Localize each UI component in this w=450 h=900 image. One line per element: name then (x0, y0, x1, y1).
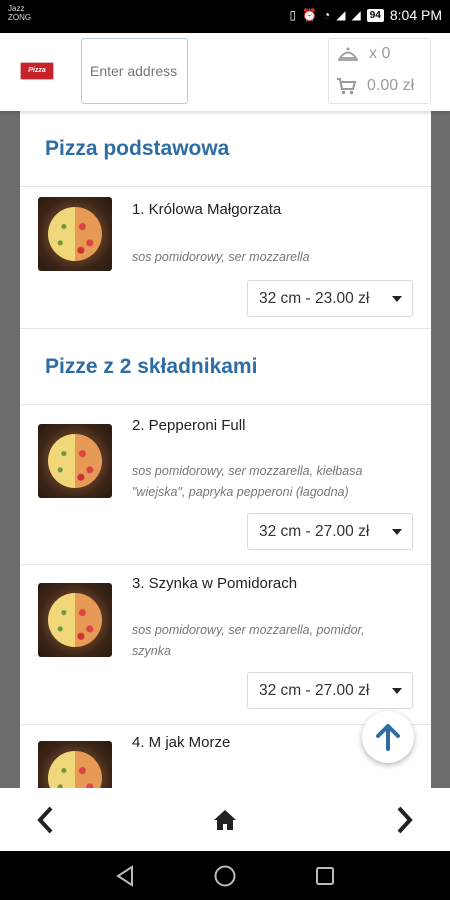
logo-text: Pizza (28, 67, 46, 74)
size-select-value: 32 cm - 27.00 zł (259, 681, 370, 699)
item-description: sos pomidorowy, ser mozzarella, kiełbasa… (132, 464, 363, 499)
status-bar: Jazz ZONG ▯ ⏰ ◔ ◢ ◢ 94 8:04 PM (0, 0, 450, 33)
signal-2-icon: ◢ (351, 8, 361, 22)
restaurant-logo[interactable]: Pizza (20, 62, 54, 80)
system-back-button[interactable] (112, 863, 138, 889)
menu-item[interactable]: 2. Pepperoni Full sos pomidorowy, ser mo… (20, 405, 431, 565)
size-select[interactable]: 32 cm - 27.00 zł (247, 672, 413, 709)
arrow-up-icon (376, 724, 400, 751)
forward-button[interactable] (375, 788, 435, 851)
caret-down-icon (392, 529, 402, 535)
section-title: Pizza podstawowa (20, 111, 431, 187)
battery-icon: 94 (366, 8, 384, 22)
menu-content[interactable]: Pizza podstawowa 1. Królowa Małgorzata s… (20, 111, 431, 788)
size-select-value: 32 cm - 23.00 zł (259, 289, 370, 307)
cart-summary[interactable]: x 0 0.00 zł (328, 38, 431, 104)
wifi-icon: ◔ (323, 8, 331, 22)
status-icons: ▯ ⏰ ◔ ◢ ◢ 94 8:04 PM (289, 7, 442, 23)
cloche-icon (338, 47, 358, 61)
carrier-name-2: ZONG (8, 13, 32, 22)
circle-home-icon (214, 865, 236, 887)
pizza-image (38, 741, 112, 788)
item-name: 3. Szynka w Pomidorach (132, 575, 298, 592)
menu-item[interactable]: 3. Szynka w Pomidorach sos pomidorowy, s… (20, 565, 431, 725)
chevron-right-icon (397, 806, 413, 833)
cart-total: 0.00 zł (367, 77, 415, 94)
size-select-value: 32 cm - 27.00 zł (259, 522, 370, 540)
clock: 8:04 PM (389, 7, 442, 23)
item-description: sos pomidorowy, ser mozzarella, pomidor,… (132, 623, 365, 658)
carrier-info: Jazz ZONG (8, 4, 31, 22)
vibrate-icon: ▯ (289, 8, 297, 22)
scroll-top-button[interactable] (362, 711, 414, 763)
system-navigation (0, 851, 450, 900)
back-button[interactable] (15, 788, 75, 851)
home-button[interactable] (195, 788, 255, 851)
item-description: sos pomidorowy, ser mozzarella (132, 250, 310, 264)
bottom-navigation (0, 788, 450, 851)
caret-down-icon (392, 688, 402, 694)
cart-icon (337, 77, 357, 94)
square-recents-icon (316, 867, 334, 885)
item-name: 1. Królowa Małgorzata (132, 201, 282, 218)
signal-icon: ◢ (336, 8, 346, 22)
chevron-left-icon (37, 806, 53, 833)
cart-items-row: x 0 (337, 45, 390, 63)
address-input[interactable] (81, 38, 188, 104)
section-title: Pizze z 2 składnikami (20, 329, 431, 405)
system-recents-button[interactable] (312, 863, 338, 889)
cart-items-count: x 0 (369, 45, 391, 62)
home-icon (214, 809, 236, 830)
item-name: 4. M jak Morze (132, 734, 231, 751)
size-select[interactable]: 32 cm - 27.00 zł (247, 513, 413, 550)
pizza-image (38, 424, 112, 498)
system-home-button[interactable] (212, 863, 238, 889)
size-select[interactable]: 32 cm - 23.00 zł (247, 280, 413, 317)
app-header: Pizza x 0 0.00 zł (0, 33, 450, 111)
item-name: 2. Pepperoni Full (132, 417, 246, 434)
triangle-back-icon (116, 865, 133, 887)
pizza-image (38, 583, 112, 657)
pizza-image (38, 197, 112, 271)
alarm-icon: ⏰ (302, 8, 318, 22)
caret-down-icon (392, 296, 402, 302)
carrier-name-1: Jazz (8, 4, 25, 13)
cart-total-row: 0.00 zł (337, 77, 414, 95)
menu-item[interactable]: 1. Królowa Małgorzata sos pomidorowy, se… (20, 187, 431, 329)
